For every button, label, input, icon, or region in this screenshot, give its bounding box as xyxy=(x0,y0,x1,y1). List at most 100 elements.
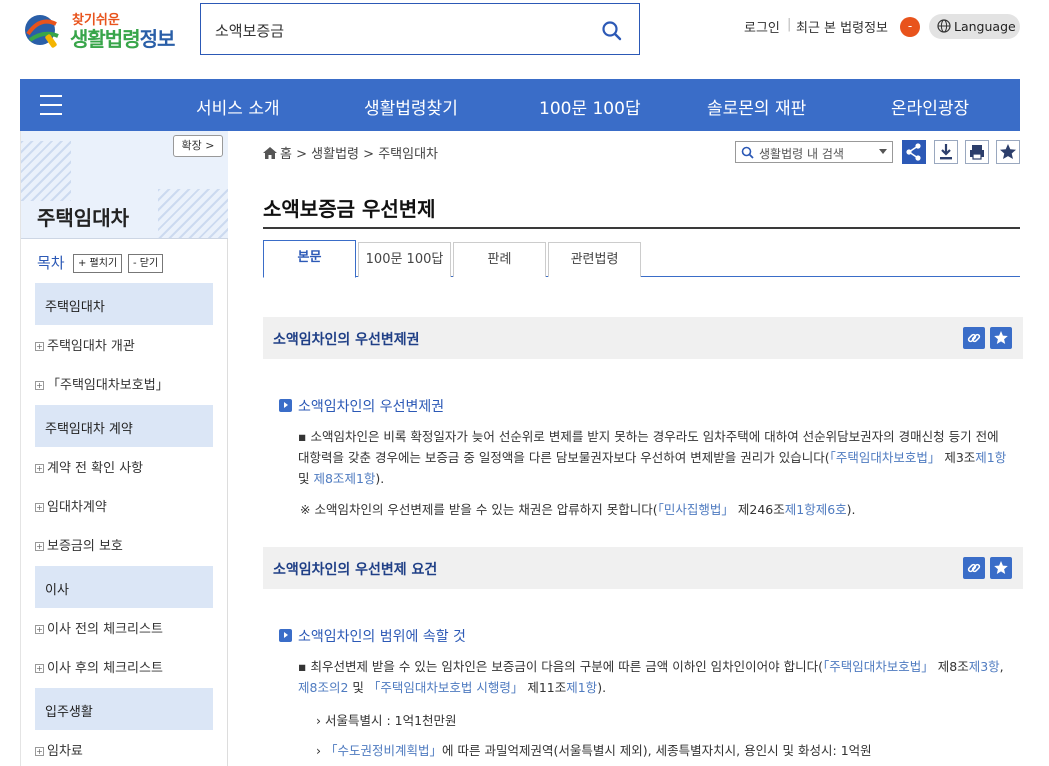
breadcrumb-level-1[interactable]: 생활법령 xyxy=(311,147,359,162)
note-text: ※ 소액임차인의 우선변제를 받을 수 있는 채권은 압류하지 못합니다( xyxy=(300,502,658,517)
toc-item[interactable]: + 임차료 xyxy=(35,740,83,759)
menu-hamburger-icon[interactable] xyxy=(40,95,62,115)
note-text: ). xyxy=(846,502,856,517)
nav-item-service-intro[interactable]: 서비스 소개 xyxy=(196,94,280,119)
expand-plus-icon: + xyxy=(35,747,44,756)
law-internal-search[interactable]: 생활법령 내 검색 xyxy=(735,141,893,163)
globe-icon xyxy=(937,19,951,33)
share-button[interactable] xyxy=(902,140,926,164)
link-icon xyxy=(967,563,981,573)
list-item-text: 에 따른 과밀억제권역(서울특별시 제외), 세종특별자치시, 용인시 및 화성… xyxy=(442,743,872,758)
subsection-title-text: 소액임차인의 범위에 속할 것 xyxy=(298,629,466,645)
subsection-title: 소액임차인의 우선변제권 xyxy=(279,396,444,416)
list-item-text: 서울특별시 : 1억1천만원 xyxy=(324,713,457,728)
expand-plus-icon: + xyxy=(35,342,44,351)
breadcrumb-separator: > xyxy=(296,147,308,162)
tab-precedents[interactable]: 판례 xyxy=(453,242,546,277)
nav-item-100-qa[interactable]: 100문 100답 xyxy=(539,94,641,119)
login-link[interactable]: 로그인 xyxy=(744,17,780,36)
logo-title: 생활법령정보 xyxy=(70,23,175,52)
breadcrumb-separator: > xyxy=(363,147,375,162)
paragraph-text: 및 xyxy=(298,471,314,486)
tab-100-qa[interactable]: 100문 100답 xyxy=(358,242,451,277)
paragraph-text: ). xyxy=(597,680,607,695)
toc-item[interactable]: + 계약 전 확인 사항 xyxy=(35,457,143,476)
paragraph-text: 제3조 xyxy=(940,450,976,465)
chevron-down-icon xyxy=(879,149,887,154)
star-icon xyxy=(994,331,1008,344)
home-icon[interactable] xyxy=(263,147,277,159)
header-decoration xyxy=(158,189,228,238)
section-title: 소액임차인의 우선변제 요건 xyxy=(273,562,438,578)
toc-item[interactable]: + 임대차계약 xyxy=(35,496,107,515)
law-link[interactable]: 「수도권정비계획법」 xyxy=(325,743,442,758)
toc-item[interactable]: + 보증금의 보호 xyxy=(35,535,123,554)
section-bookmark-button[interactable] xyxy=(990,557,1012,579)
content-tabs: 본문 100문 100답 판례 관련법령 xyxy=(263,240,1020,278)
law-link[interactable]: 제1항 xyxy=(975,450,1006,465)
link-icon xyxy=(967,333,981,343)
toc-item[interactable]: + 주택임대차 개관 xyxy=(35,335,135,354)
toc-section-moving[interactable]: 이사 xyxy=(35,566,213,608)
toc-section-housing-lease[interactable]: 주택임대차 xyxy=(35,283,213,325)
toc-collapse-all-button[interactable]: - 닫기 xyxy=(128,254,164,273)
breadcrumb-home[interactable]: 홈 xyxy=(280,147,292,162)
law-link[interactable]: 제1항 xyxy=(566,680,597,695)
section-link-button[interactable] xyxy=(963,327,985,349)
printer-icon xyxy=(970,145,984,160)
breadcrumb-level-2[interactable]: 주택임대차 xyxy=(378,147,438,162)
arrow-right-icon xyxy=(279,399,292,412)
language-button[interactable]: Language xyxy=(929,14,1020,39)
section-link-button[interactable] xyxy=(963,557,985,579)
print-button[interactable] xyxy=(965,140,989,164)
download-button[interactable] xyxy=(934,140,958,164)
toc-section-lease-contract[interactable]: 주택임대차 계약 xyxy=(35,405,213,447)
toc-label: 목차 xyxy=(37,254,65,272)
page-title: 소액보증금 우선변제 xyxy=(263,197,436,221)
site-logo[interactable]: 찾기쉬운 생활법령정보 xyxy=(20,6,180,54)
subsection-title-text: 소액임차인의 우선변제권 xyxy=(298,399,445,415)
paragraph-text: ). xyxy=(375,471,385,486)
bookmark-button[interactable] xyxy=(996,140,1020,164)
section-bookmark-button[interactable] xyxy=(990,327,1012,349)
law-link[interactable]: 제1항제6호 xyxy=(785,502,847,517)
expand-plus-icon: + xyxy=(35,542,44,551)
site-search-input[interactable] xyxy=(215,18,585,42)
toc-item[interactable]: + 이사 후의 체크리스트 xyxy=(35,657,163,676)
util-separator: | xyxy=(787,17,792,32)
law-link[interactable]: 「주택임대차보호법」 xyxy=(830,450,941,465)
toc-item-label: 「주택임대차보호법」 xyxy=(47,378,169,393)
language-label: Language xyxy=(954,19,1016,34)
title-divider xyxy=(263,227,1020,229)
toc-item-label: 이사 전의 체크리스트 xyxy=(47,622,163,637)
section-header: 소액임차인의 우선변제권 xyxy=(263,317,1023,359)
body-paragraph: ▪ 소액임차인은 비록 확정일자가 늦어 선순위로 변제를 받지 못하는 경우라… xyxy=(298,429,1007,486)
law-link[interactable]: 제8조 xyxy=(313,471,344,486)
main-nav: 서비스 소개 생활법령찾기 100문 100답 솔로몬의 재판 온라인광장 xyxy=(20,79,1020,131)
arrow-right-icon xyxy=(279,629,292,642)
paragraph-text: 및 xyxy=(348,680,368,695)
law-link[interactable]: 「민사집행법」 xyxy=(658,502,734,517)
toc-item[interactable]: + 이사 전의 체크리스트 xyxy=(35,618,163,637)
law-link[interactable]: 제3항 xyxy=(969,659,1000,674)
toc-section-residence[interactable]: 입주생활 xyxy=(35,688,213,730)
law-link[interactable]: 「주택임대차보호법」 xyxy=(823,659,934,674)
nav-item-online-plaza[interactable]: 온라인광장 xyxy=(891,94,969,119)
recent-laws-link[interactable]: 최근 본 법령정보 xyxy=(796,17,888,36)
law-link[interactable]: 제8조의2 xyxy=(298,680,348,695)
expand-plus-icon: + xyxy=(35,503,44,512)
search-icon[interactable] xyxy=(601,20,623,42)
tab-main-text[interactable]: 본문 xyxy=(263,240,356,278)
nav-item-solomon-trial[interactable]: 솔로몬의 재판 xyxy=(707,94,806,119)
tab-related-laws[interactable]: 관련법령 xyxy=(548,242,641,277)
nav-item-find-laws[interactable]: 생활법령찾기 xyxy=(364,94,458,119)
toc-expand-all-button[interactable]: + 펼치기 xyxy=(73,254,123,273)
law-link[interactable]: 제1항 xyxy=(344,471,375,486)
search-icon xyxy=(741,146,754,159)
recent-laws-badge[interactable]: - xyxy=(900,17,920,37)
note-paragraph: ※ 소액임차인의 우선변제를 받을 수 있는 채권은 압류하지 못합니다(「민사… xyxy=(300,499,856,518)
list-item: › 서울특별시 : 1억1천만원 xyxy=(316,713,457,728)
expand-button[interactable]: 확장 > xyxy=(173,135,223,157)
law-link[interactable]: 「주택임대차보호법 시행령」 xyxy=(368,680,523,695)
toc-item[interactable]: + 「주택임대차보호법」 xyxy=(35,374,169,393)
